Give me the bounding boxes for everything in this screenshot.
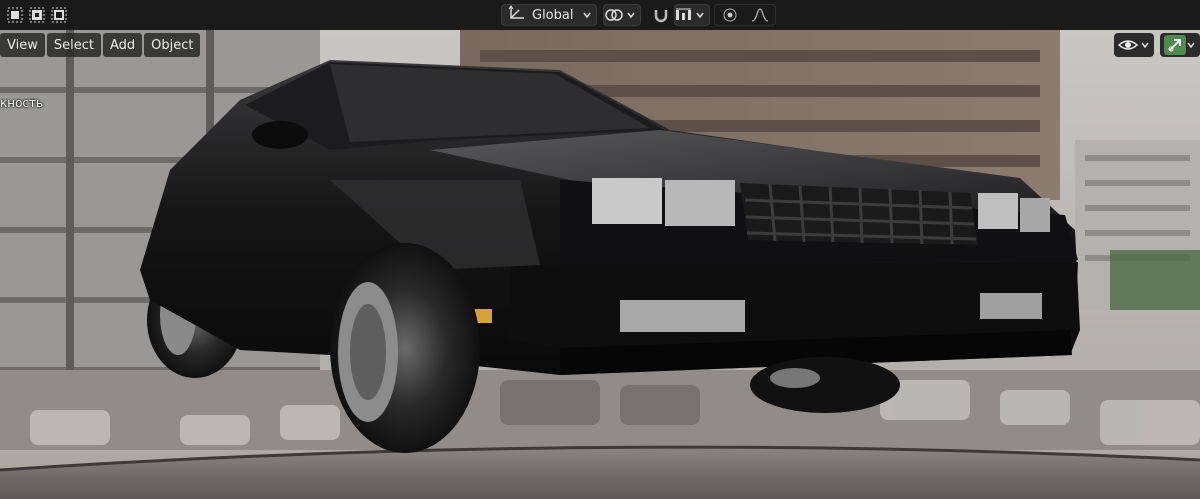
viewport-overlay-controls — [1114, 33, 1200, 57]
viewport-header: Global — [0, 0, 1200, 30]
chevron-down-icon — [696, 12, 704, 19]
object-visibility-dropdown[interactable] — [1114, 33, 1154, 57]
pivot-link-icon — [605, 9, 623, 21]
menu-view[interactable]: View — [0, 33, 45, 57]
falloff-curve-icon — [751, 8, 769, 22]
select-box-icon[interactable] — [6, 6, 24, 24]
gizmo-arrow-icon — [1164, 35, 1186, 55]
proportional-edit-icon — [723, 8, 737, 22]
snap-target-dropdown[interactable] — [674, 4, 710, 26]
selection-mode-group — [6, 6, 68, 24]
gizmo-toggle[interactable] — [1160, 33, 1200, 57]
menu-object[interactable]: Object — [144, 33, 201, 57]
snap-toggle[interactable] — [648, 4, 674, 26]
pivot-point-dropdown[interactable] — [603, 4, 641, 26]
proportional-falloff-dropdown[interactable] — [745, 5, 775, 25]
viewport-overlay-text: кность — [0, 96, 44, 110]
viewport-menu-bar: View Select Add Object — [0, 33, 201, 57]
select-extend-icon[interactable] — [28, 6, 46, 24]
transform-orientation-dropdown[interactable]: Global — [501, 4, 597, 26]
chevron-down-icon — [1187, 42, 1195, 49]
snap-increment-icon — [676, 8, 691, 20]
select-subtract-icon[interactable] — [50, 6, 68, 24]
snap-magnet-icon — [654, 10, 668, 23]
snapping-group — [648, 4, 710, 26]
orientation-label: Global — [532, 7, 574, 23]
3d-viewport[interactable]: View Select Add Object кность — [0, 30, 1200, 499]
chevron-down-icon — [1141, 42, 1149, 49]
proportional-editing-group — [714, 4, 776, 26]
menu-add[interactable]: Add — [102, 33, 143, 57]
chevron-down-icon — [583, 12, 591, 19]
visibility-eye-icon — [1118, 40, 1139, 50]
transform-orientation-icon — [508, 5, 526, 25]
rendered-car-scene — [0, 30, 1200, 499]
proportional-edit-toggle[interactable] — [715, 5, 745, 25]
chevron-down-icon — [627, 12, 635, 19]
menu-select[interactable]: Select — [46, 33, 101, 57]
